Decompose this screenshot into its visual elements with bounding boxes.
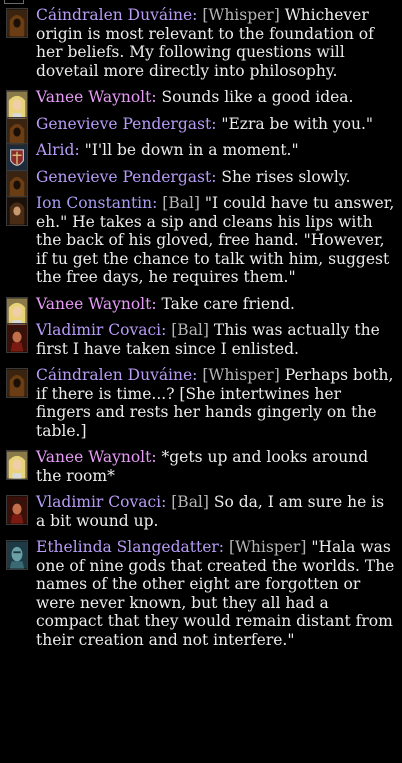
chat-log[interactable]: Cáindralen Duváine: [Whisper] Whichever … xyxy=(0,6,402,657)
avatar[interactable] xyxy=(6,450,28,480)
chat-message: Vanee Waynolt: *gets up and looks around… xyxy=(0,448,402,485)
speaker-name[interactable]: Vladimir Covaci: xyxy=(36,493,166,511)
avatar[interactable] xyxy=(6,540,28,570)
avatar[interactable] xyxy=(6,8,28,38)
channel-tag: [Whisper] xyxy=(202,366,280,384)
speaker-name[interactable]: Vladimir Covaci: xyxy=(36,321,166,339)
speaker-name[interactable]: Cáindralen Duváine: xyxy=(36,366,197,384)
chat-message: Vladimir Covaci: [Bal] So da, I am sure … xyxy=(0,493,402,530)
chat-message: Ethelinda Slangedatter: [Whisper] "Hala … xyxy=(0,538,402,649)
speaker-name[interactable]: Vanee Waynolt: xyxy=(36,295,157,313)
speaker-name[interactable]: Genevieve Pendergast: xyxy=(36,168,216,186)
avatar[interactable] xyxy=(6,368,28,398)
avatar[interactable] xyxy=(6,495,28,525)
speaker-name[interactable]: Genevieve Pendergast: xyxy=(36,115,216,133)
chat-message: Cáindralen Duváine: [Whisper] Whichever … xyxy=(0,6,402,80)
message-text: Take care friend. xyxy=(156,294,295,313)
speaker-name[interactable]: Ethelinda Slangedatter: xyxy=(36,538,224,556)
channel-tag: [Whisper] xyxy=(202,6,280,24)
speaker-name[interactable]: Ion Constantin: xyxy=(36,194,157,212)
speaker-name[interactable]: Alrid: xyxy=(36,141,80,159)
speaker-name[interactable]: Vanee Waynolt: xyxy=(36,448,157,466)
channel-tag: [Bal] xyxy=(171,321,209,339)
message-text: Sounds like a good idea. xyxy=(156,88,354,106)
message-text: She rises slowly. xyxy=(216,167,351,186)
message-text: "Ezra be with you." xyxy=(216,114,374,133)
chat-message: Vladimir Covaci: [Bal] This was actually… xyxy=(0,321,402,358)
chat-message: Vanee Waynolt: Take care friend. xyxy=(0,294,402,327)
chat-message: Genevieve Pendergast: She rises slowly. xyxy=(0,167,402,200)
chat-message: Vanee Waynolt: Sounds like a good idea. xyxy=(0,88,402,120)
channel-tag: [Bal] xyxy=(162,194,200,212)
speaker-name[interactable]: Vanee Waynolt: xyxy=(36,88,157,106)
avatar[interactable] xyxy=(6,323,28,353)
chat-message: Alrid: "I'll be down in a moment." xyxy=(0,141,402,173)
avatar[interactable] xyxy=(6,196,28,226)
chat-message: Cáindralen Duváine: [Whisper] Perhaps bo… xyxy=(0,366,402,440)
window-tab[interactable] xyxy=(4,0,24,4)
speaker-name[interactable]: Cáindralen Duváine: xyxy=(36,6,197,24)
chat-message: Ion Constantin: [Bal] "I could have tu a… xyxy=(0,194,402,287)
channel-tag: [Bal] xyxy=(171,493,209,511)
chat-message: Genevieve Pendergast: "Ezra be with you.… xyxy=(0,114,402,147)
message-text: "I'll be down in a moment." xyxy=(79,141,299,159)
channel-tag: [Whisper] xyxy=(228,538,307,556)
top-border xyxy=(0,0,402,5)
